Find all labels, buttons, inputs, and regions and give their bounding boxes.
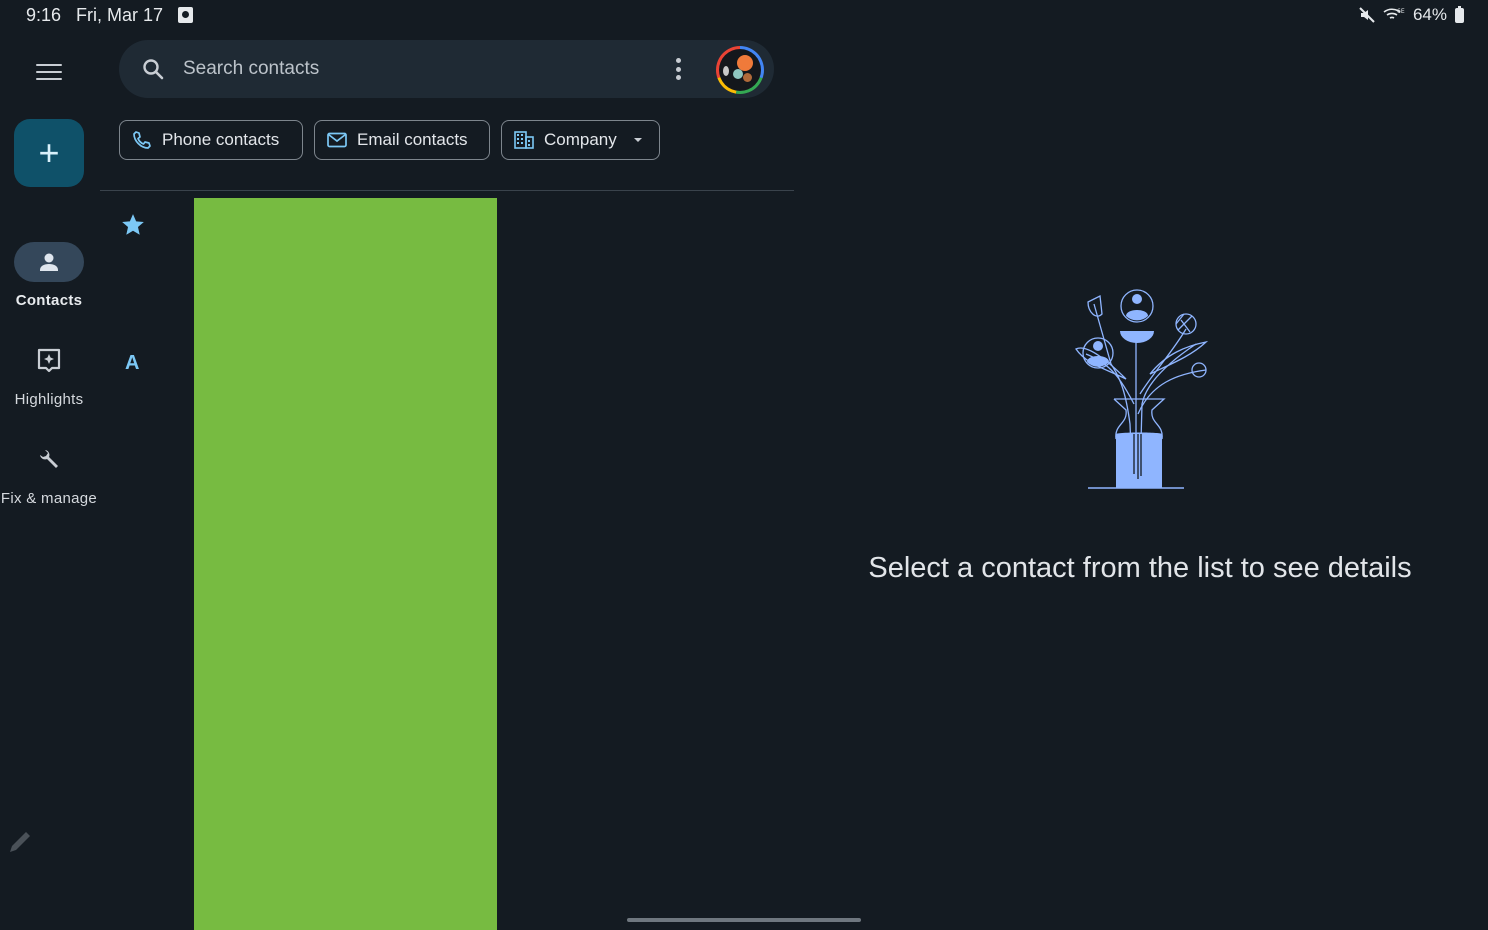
dropdown-arrow-icon: [633, 138, 642, 142]
svg-text:6E: 6E: [1397, 8, 1405, 15]
dot: [675, 75, 681, 80]
pencil-icon[interactable]: [6, 828, 34, 856]
plus-icon: +: [38, 132, 60, 173]
avatar-planet: [723, 66, 729, 76]
battery-percent: 64%: [1412, 5, 1447, 24]
building-icon: [514, 131, 534, 149]
wifi-6e-icon: 6E: [1383, 8, 1405, 19]
avatar-image: [719, 49, 761, 91]
menu-button[interactable]: [36, 64, 62, 84]
vase-with-contacts-illustration: [1075, 289, 1209, 489]
wrench-icon: [40, 450, 58, 468]
hamburger-line: [36, 78, 62, 80]
nav-label: Fix & manage: [0, 490, 98, 507]
nav-indicator: [14, 440, 84, 480]
status-bar: 9:16 Fri, Mar 17 6E 64%: [0, 0, 1488, 30]
create-contact-button[interactable]: +: [14, 119, 84, 187]
nav-label: Highlights: [14, 391, 84, 408]
chip-email-contacts[interactable]: Email contacts: [314, 120, 490, 160]
mail-icon: [327, 132, 347, 148]
nav-indicator: [14, 341, 84, 381]
nav-label: Contacts: [15, 292, 83, 309]
nav-indicator: [14, 242, 84, 282]
hamburger-menu-icon: [36, 64, 62, 66]
chip-company-dropdown[interactable]: Company: [501, 120, 660, 160]
search-input[interactable]: Search contacts: [183, 58, 319, 80]
screen-record-icon: [178, 7, 193, 23]
status-time: 9:16: [26, 5, 62, 25]
battery-icon: [1455, 5, 1464, 23]
dot: [675, 66, 681, 72]
avatar-planet: [733, 69, 743, 79]
avatar-planet: [743, 73, 752, 82]
mute-icon: [1359, 7, 1375, 23]
account-avatar[interactable]: [716, 46, 764, 94]
more-options-button[interactable]: [668, 56, 688, 82]
nav-item-highlights[interactable]: Highlights: [0, 341, 98, 408]
home-indicator[interactable]: [627, 918, 861, 922]
hamburger-line: [36, 71, 62, 73]
empty-state-message: Select a contact from the list to see de…: [868, 552, 1412, 584]
list-divider: [100, 190, 794, 191]
status-date: Fri, Mar 17: [76, 5, 164, 25]
search-bar[interactable]: Search contacts: [119, 40, 774, 98]
highlights-icon: [37, 348, 61, 373]
status-icons: 6E 64%: [1359, 5, 1464, 25]
star-icon: [122, 214, 144, 235]
chip-label: Phone contacts: [162, 130, 280, 149]
person-icon: [40, 253, 58, 271]
chip-label: Company: [544, 130, 617, 149]
more-vertical-icon: [675, 58, 681, 63]
nav-item-contacts[interactable]: Contacts: [0, 242, 98, 309]
section-header-a: A: [125, 352, 140, 374]
chip-label: Email contacts: [357, 130, 468, 149]
redacted-contact-list: [194, 198, 497, 930]
nav-item-fix-manage[interactable]: Fix & manage: [0, 440, 98, 507]
chip-phone-contacts[interactable]: Phone contacts: [119, 120, 303, 160]
search-icon: [143, 59, 164, 80]
phone-icon: [133, 131, 151, 149]
